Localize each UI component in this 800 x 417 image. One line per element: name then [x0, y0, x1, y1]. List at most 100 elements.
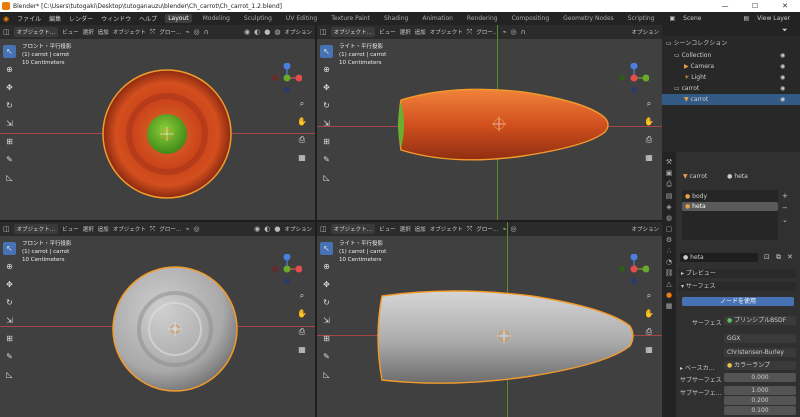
view-menu[interactable]: ビュー [62, 225, 79, 233]
tab-uv-editing[interactable]: UV Editing [283, 14, 320, 23]
viewport-front-solid[interactable]: ◫ オブジェクト… ビュー 選択 追加 オブジェクト ⤧ グロー… ⌁ ◎ ◉ … [0, 222, 315, 417]
pan-hand-icon[interactable]: ✋ [296, 116, 308, 128]
outliner-filter-icon[interactable]: ⏷ [782, 26, 788, 35]
grid-toggle-icon[interactable]: ▦ [296, 344, 308, 356]
remove-slot-icon[interactable]: − [782, 202, 792, 214]
scale-tool-icon[interactable]: ⇲ [3, 117, 16, 130]
menu-render[interactable]: レンダー [69, 14, 93, 23]
annotate-tool-icon[interactable]: ✎ [320, 350, 333, 363]
orientation-dropdown[interactable]: グロー… [159, 225, 181, 233]
subsurface-radius-y[interactable]: 0.200 [724, 396, 796, 405]
transform-orientation-icon[interactable]: ⤧ [150, 28, 156, 37]
tab-modeling[interactable]: Modeling [200, 14, 233, 23]
transform-orientation-icon[interactable]: ⤧ [150, 225, 156, 234]
material-slot-body[interactable]: ● body [682, 192, 778, 201]
select-tool-icon[interactable]: ↖ [3, 242, 16, 255]
outliner-row-carrot-collection[interactable]: ▭ carrot ◉ [662, 83, 800, 94]
tab-layout[interactable]: Layout [165, 14, 192, 23]
subsurface-radius-x[interactable]: 1.000 [724, 386, 796, 395]
viewport-front-textured[interactable]: ◫ オブジェクト… ビュー 選択 追加 オブジェクト ⤧ グロー… ⌁ ◎ ∩ … [0, 25, 315, 220]
navigation-gizmo[interactable] [272, 63, 302, 93]
measure-tool-icon[interactable]: ◺ [320, 368, 333, 381]
add-slot-icon[interactable]: + [782, 190, 792, 202]
tab-texture-paint[interactable]: Texture Paint [328, 14, 373, 23]
scale-tool-icon[interactable]: ⇲ [3, 314, 16, 327]
shading-material-icon[interactable]: ◍ [274, 28, 280, 36]
select-menu[interactable]: 選択 [400, 225, 411, 233]
texture-tab-icon[interactable]: ▦ [664, 302, 674, 310]
move-tool-icon[interactable]: ✥ [320, 278, 333, 291]
close-button[interactable]: ✕ [770, 0, 800, 12]
select-menu[interactable]: 選択 [83, 225, 94, 233]
material-tab-icon[interactable]: ● [664, 291, 674, 299]
constraints-tab-icon[interactable]: ⛓ [664, 269, 674, 277]
navigation-gizmo[interactable] [272, 254, 302, 284]
add-menu[interactable]: 追加 [415, 28, 426, 36]
scene-collection-row[interactable]: ▭ シーンコレクション [662, 38, 800, 49]
object-menu[interactable]: オブジェクト [430, 225, 463, 233]
options-dropdown[interactable]: オプション [631, 28, 659, 36]
object-tab-icon[interactable]: ▢ [664, 225, 674, 233]
rotate-tool-icon[interactable]: ↻ [320, 296, 333, 309]
annotate-tool-icon[interactable]: ✎ [320, 153, 333, 166]
editor-type-icon[interactable]: ◫ [3, 28, 10, 36]
material-slot-heta[interactable]: ● heta [682, 202, 778, 211]
editor-type-icon[interactable]: ◫ [320, 28, 327, 36]
base-color-field[interactable]: ● カラーランプ [724, 361, 796, 370]
mode-dropdown[interactable]: オブジェクト… [330, 27, 376, 37]
options-dropdown[interactable]: オプション [631, 225, 659, 233]
rotate-tool-icon[interactable]: ↻ [320, 99, 333, 112]
options-dropdown[interactable]: オプション [284, 28, 312, 36]
measure-tool-icon[interactable]: ◺ [3, 171, 16, 184]
zoom-icon[interactable]: ⌕ [643, 98, 655, 110]
transform-tool-icon[interactable]: ⊞ [3, 332, 16, 345]
zoom-icon[interactable]: ⌕ [296, 290, 308, 302]
visibility-icon[interactable]: ◉ [780, 83, 785, 94]
tab-rendering[interactable]: Rendering [464, 14, 501, 23]
outliner-row-light[interactable]: ☀ Light ◉ [662, 72, 800, 83]
data-tab-icon[interactable]: △ [664, 280, 674, 288]
material-datablock-field[interactable]: ● heta [680, 253, 758, 262]
visibility-icon[interactable]: ◉ [780, 72, 785, 83]
tab-shading[interactable]: Shading [381, 14, 411, 23]
slot-menu-icon[interactable]: ⌄ [782, 214, 792, 226]
surface-shader-field[interactable]: ● プリンシプルBSDF [724, 316, 796, 325]
overlay-icon[interactable]: ◐ [254, 28, 260, 36]
visibility-icon[interactable]: ◉ [244, 28, 250, 36]
viewport-right-textured[interactable]: ◫ オブジェクト… ビュー 選択 追加 オブジェクト ⤧ グロー… ⌁ ◎ ∩ … [317, 25, 662, 220]
transform-tool-icon[interactable]: ⊞ [320, 332, 333, 345]
tab-animation[interactable]: Animation [419, 14, 456, 23]
add-menu[interactable]: 追加 [415, 225, 426, 233]
overlay-icon[interactable]: ◐ [264, 225, 270, 233]
select-menu[interactable]: 選択 [83, 28, 94, 36]
annotate-tool-icon[interactable]: ✎ [3, 153, 16, 166]
mode-dropdown[interactable]: オブジェクト… [330, 224, 376, 234]
add-menu[interactable]: 追加 [98, 28, 109, 36]
grid-toggle-icon[interactable]: ▦ [643, 152, 655, 164]
select-tool-icon[interactable]: ↖ [320, 242, 333, 255]
camera-view-icon[interactable]: ⎙ [643, 326, 655, 338]
scale-tool-icon[interactable]: ⇲ [320, 314, 333, 327]
scene-tab-icon[interactable]: ◈ [664, 203, 674, 211]
camera-view-icon[interactable]: ⎙ [296, 134, 308, 146]
subsurface-field[interactable]: 0.000 [724, 373, 796, 382]
zoom-icon[interactable]: ⌕ [296, 98, 308, 110]
use-nodes-button[interactable]: ノードを使用 [682, 297, 794, 306]
transform-tool-icon[interactable]: ⊞ [320, 135, 333, 148]
object-menu[interactable]: オブジェクト [113, 225, 146, 233]
snap-icon[interactable]: ⌁ [185, 28, 189, 36]
duplicate-icon[interactable]: ⧉ [776, 253, 781, 262]
view-layer-tab-icon[interactable]: ▤ [664, 192, 674, 200]
navigation-gizmo[interactable] [619, 63, 649, 93]
tab-sculpting[interactable]: Sculpting [241, 14, 275, 23]
orientation-dropdown[interactable]: グロー… [476, 225, 498, 233]
visibility-icon[interactable]: ◉ [254, 225, 260, 233]
particles-tab-icon[interactable]: ∴ [664, 247, 674, 255]
move-tool-icon[interactable]: ✥ [3, 81, 16, 94]
object-menu[interactable]: オブジェクト [430, 28, 463, 36]
orientation-dropdown[interactable]: グロー… [159, 28, 181, 36]
proportional-icon[interactable]: ◎ [194, 225, 200, 233]
tab-compositing[interactable]: Compositing [509, 14, 553, 23]
snap-icon[interactable]: ⌁ [502, 225, 506, 233]
zoom-icon[interactable]: ⌕ [643, 290, 655, 302]
